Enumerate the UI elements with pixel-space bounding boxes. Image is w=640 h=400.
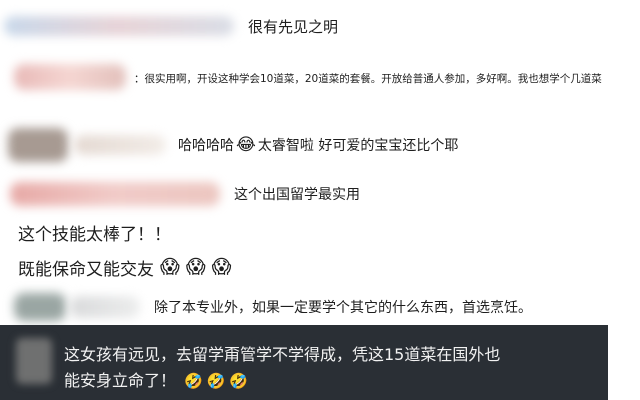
comment-text: 很有先见之明 — [248, 17, 339, 36]
comment-row-2: ：很实用啊，开设这种学会10道菜，20道菜的套餐。开放给普通人参加，多好啊。我也… — [0, 62, 640, 112]
screaming-face-emoji-icon: 😱 — [185, 255, 206, 278]
comment-text: 除了本专业外，如果一定要学个其它的什么东西，首选烹饪。 — [154, 300, 532, 316]
comment-line-2: 能安身立命了！ — [64, 371, 177, 390]
blurred-username — [10, 182, 220, 206]
comment-row-4: 这个出国留学最实用 — [0, 180, 360, 208]
rofl-emoji-icon: 🤣 — [206, 371, 226, 390]
comment-text: ：很实用啊，开设这种学会10道菜，20道菜的套餐。开放给普通人参加，多好啊。我也… — [134, 73, 602, 85]
screaming-face-emoji-icon: 😱 — [160, 255, 180, 278]
comment-text-b: 太睿智啦 好可爱的宝宝还比个耶 — [257, 138, 459, 154]
comment-row-1: 很有先见之明 — [0, 14, 338, 38]
comment-text: 这个出国留学最实用 — [234, 187, 360, 203]
comment-row-6: 既能保命又能交友 😱 😱 😱 — [18, 252, 233, 282]
screaming-face-emoji-icon: 😱 — [211, 255, 232, 278]
comment-row-3: 哈哈哈哈 😂 太睿智啦 好可爱的宝宝还比个耶 — [0, 128, 458, 162]
blurred-username — [70, 296, 140, 318]
blurred-username — [74, 135, 166, 155]
comment-row-7: 除了本专业外，如果一定要学个其它的什么东西，首选烹饪。 — [0, 292, 532, 322]
blurred-username — [14, 64, 126, 90]
blurred-avatar — [8, 128, 68, 162]
highlighted-comment-text: 这女孩有远见，去留学甭管学不学得成，凭这15道菜在国外也 能安身立命了！ 🤣 🤣… — [64, 342, 604, 394]
comment-text: 既能保命又能交友 — [18, 259, 154, 280]
blurred-avatar — [14, 293, 66, 321]
blurred-avatar — [16, 338, 52, 384]
comment-line-1: 这女孩有远见，去留学甭管学不学得成，凭这15道菜在国外也 — [64, 345, 501, 364]
rofl-emoji-icon: 🤣 — [229, 371, 249, 390]
comment-text: 这个技能太棒了！！ — [18, 224, 171, 245]
comment-line-2-row: 能安身立命了！ 🤣 🤣 🤣 — [64, 368, 604, 394]
rofl-emoji-icon: 🤣 — [184, 371, 203, 390]
blurred-username — [4, 16, 234, 36]
comment-row-5: 这个技能太棒了！！ — [18, 218, 171, 246]
laughing-crying-emoji-icon: 😂 — [236, 134, 256, 155]
comment-text-a: 哈哈哈哈 — [178, 138, 234, 154]
